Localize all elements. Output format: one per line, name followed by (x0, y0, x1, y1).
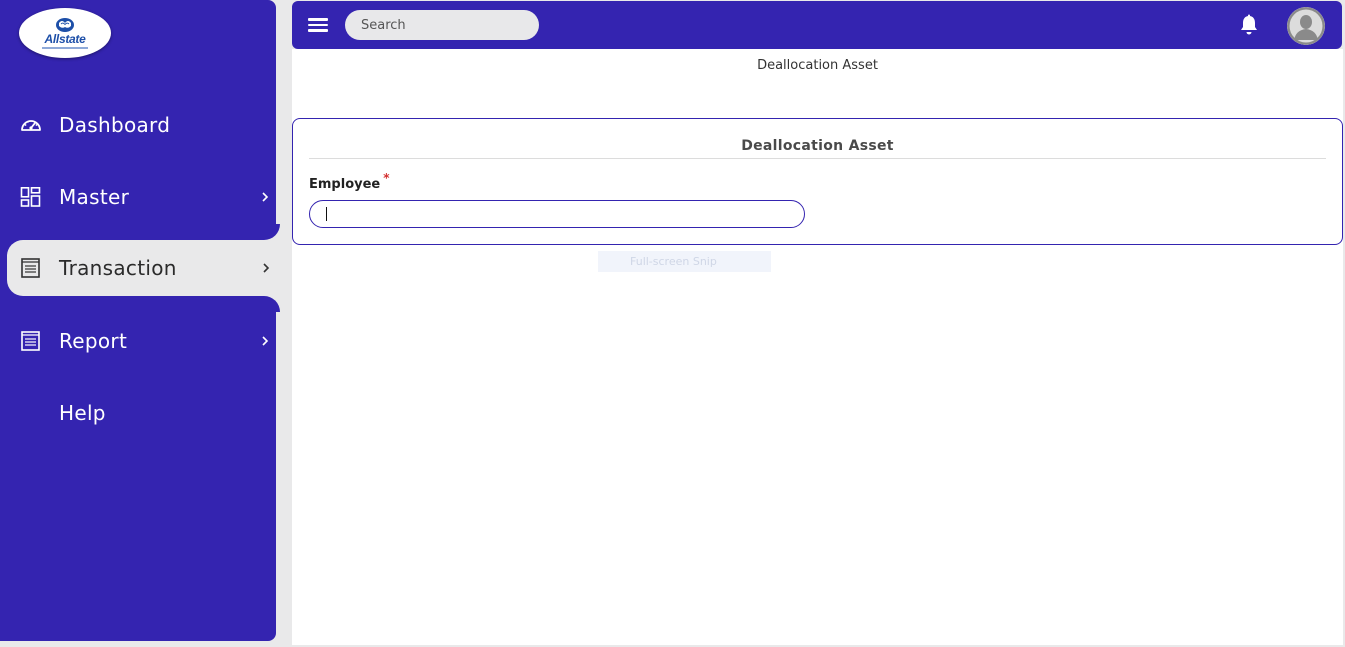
chevron-right-icon (263, 263, 270, 273)
sidebar: Allstate Dashboard Master Help Report (0, 0, 276, 641)
avatar[interactable] (1287, 7, 1325, 45)
grid-icon (20, 187, 41, 207)
employee-label: Employee * (309, 171, 390, 192)
text-cursor (326, 207, 327, 221)
employee-field[interactable] (309, 200, 805, 228)
sidebar-item-transaction[interactable]: Transaction (7, 240, 280, 296)
employee-label-text: Employee (309, 177, 381, 192)
chevron-right-icon (262, 192, 269, 202)
sidebar-item-label: Help (59, 401, 106, 425)
sidebar-item-label: Dashboard (59, 113, 171, 137)
snip-overlay-ghost: Full-screen Snip (598, 251, 771, 272)
user-icon (1287, 7, 1325, 45)
top-bar (292, 1, 1342, 49)
sidebar-item-master[interactable]: Master (0, 169, 276, 225)
brand-logo[interactable]: Allstate (19, 8, 111, 58)
chevron-right-icon (262, 336, 269, 346)
main-content: Deallocation Asset Deallocation Asset Em… (292, 49, 1343, 645)
sidebar-item-help[interactable]: Help (0, 385, 276, 441)
menu-icon[interactable] (308, 18, 328, 32)
report-icon (21, 331, 40, 351)
card-divider (309, 158, 1326, 159)
gauge-icon (21, 120, 41, 131)
card-title: Deallocation Asset (741, 138, 894, 154)
active-item-curve-top (256, 224, 280, 240)
sidebar-item-label: Master (59, 185, 130, 209)
sidebar-item-dashboard[interactable]: Dashboard (0, 97, 276, 153)
logo-wordmark: Allstate (44, 32, 86, 46)
hands-logo-icon (56, 18, 74, 32)
sidebar-item-report[interactable]: Report (0, 313, 276, 369)
required-marker: * (383, 171, 390, 185)
sidebar-item-label: Transaction (59, 256, 177, 280)
logo-tagline-bar (42, 47, 88, 49)
page-title: Deallocation Asset (757, 58, 878, 73)
bell-icon[interactable] (1237, 14, 1261, 36)
ledger-icon (21, 258, 40, 278)
search-input[interactable] (345, 10, 539, 40)
active-item-curve-bottom (256, 296, 280, 312)
deallocation-form-card: Deallocation Asset Employee * (292, 118, 1343, 245)
sidebar-item-label: Report (59, 329, 128, 353)
